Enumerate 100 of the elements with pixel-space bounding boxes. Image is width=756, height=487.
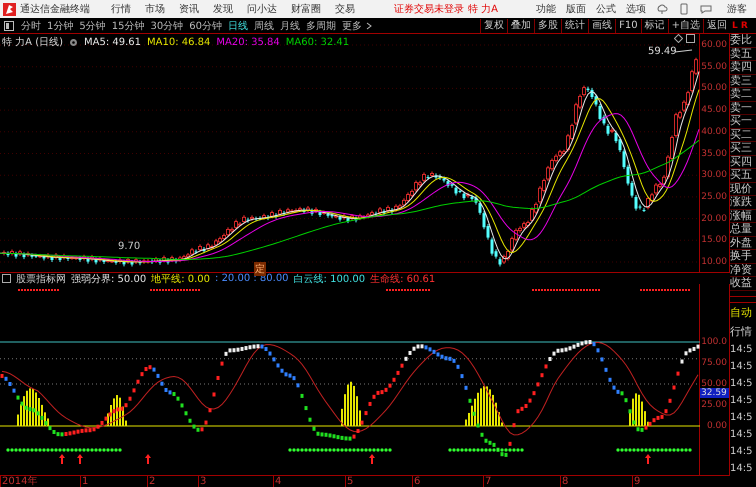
stock-name: 特 力A (468, 2, 498, 16)
ma-legend: MA60: 32.41 (286, 36, 350, 48)
low-price-label: 9.70 (118, 241, 140, 252)
quote-label: 买三 (730, 142, 756, 156)
toolbar-button[interactable]: 复权 (480, 18, 508, 32)
quote-label: 买四 (730, 156, 756, 169)
quote-label: 委比 (730, 34, 756, 48)
indicator-axis-label: 75.00 (701, 358, 727, 368)
indicator-legend: 强弱分界: 50.00 (71, 272, 146, 286)
time-label: 14:5 (730, 410, 754, 424)
app-name: 通达信金融终端 (20, 2, 90, 16)
period-tab[interactable]: 1分钟 (44, 18, 76, 32)
quote-label: 买二 (730, 128, 756, 142)
indicator-legend: 白云线: 100.00 (294, 272, 366, 286)
time-label: 14:5 (730, 462, 754, 476)
time-label: 14:5 (730, 444, 754, 458)
chart-title: 特 力A (日线) (2, 36, 64, 49)
indicator-axis-label: 50.00 (701, 379, 727, 389)
price-axis-label: 55.00 (701, 62, 727, 72)
menu-item[interactable]: 选项 (623, 2, 649, 16)
quote-label: 现价 (730, 182, 756, 196)
quote-label: 换手 (730, 250, 756, 264)
date-axis-label: 2014年 (0, 476, 38, 487)
menu-item[interactable]: 问小达 (242, 2, 282, 16)
menu-item[interactable]: 行情 (106, 2, 136, 16)
date-axis-label: 3 (198, 476, 206, 487)
price-axis-label: 15.00 (701, 235, 727, 246)
indicator-axis-label: 100.0 (701, 337, 727, 347)
quote-label: 外盘 (730, 236, 756, 250)
toolbar-button[interactable]: 多股 (534, 18, 562, 32)
period-tab[interactable]: 分时 (18, 18, 44, 32)
period-tab[interactable]: 更多 (338, 18, 365, 32)
menu-item[interactable]: 市场 (140, 2, 170, 16)
mode-tab[interactable]: 行情 (730, 322, 756, 340)
toolbar-button[interactable]: +自选 (668, 18, 703, 32)
price-axis-label: 60.00 (701, 40, 727, 50)
menu-item[interactable]: 版面 (563, 2, 589, 16)
quote-label: 净资 (730, 264, 756, 277)
quote-label: 买一 (730, 115, 756, 128)
ma-legend: MA20: 35.84 (216, 36, 280, 48)
period-tab[interactable]: 日线 (224, 18, 251, 32)
quote-label: 卖二 (730, 88, 756, 102)
price-axis-label: 25.00 (701, 192, 727, 202)
quote-label: 卖五 (730, 48, 756, 61)
time-label: 14:5 (730, 394, 754, 408)
mode-tab[interactable]: 自动 (730, 302, 756, 322)
date-axis-label: 4 (273, 476, 282, 487)
menu-item[interactable]: 发现 (208, 2, 238, 16)
toolbar-button[interactable]: F10 (615, 18, 641, 32)
indicator-legend: 股票指标网 (16, 272, 66, 286)
toolbar-button[interactable]: 画线 (588, 18, 616, 32)
quote-label: 卖三 (730, 74, 756, 88)
ma-legend: MA5: 49.61 (84, 36, 142, 48)
level-label: L R (731, 20, 749, 30)
quote-label: 涨跌 (730, 196, 756, 210)
quote-label: 卖四 (730, 61, 756, 74)
user-label[interactable]: 游客 (727, 2, 747, 16)
quote-label: 买五 (730, 169, 756, 182)
date-axis-label: 2 (147, 476, 156, 487)
date-axis-label: 6 (412, 476, 420, 487)
menu-item[interactable]: 功能 (533, 2, 559, 16)
date-axis-label: 8 (560, 476, 568, 487)
quote-label: 总量 (730, 223, 756, 236)
price-axis-label: 30.00 (701, 170, 727, 180)
quote-label: 涨幅 (730, 210, 756, 223)
login-notice: 证券交易未登录 (394, 2, 464, 16)
date-axis-label: 7 (483, 476, 492, 487)
price-axis-label: 45.00 (701, 105, 727, 116)
period-tab[interactable]: 30分钟 (147, 18, 186, 32)
price-axis-label: 50.00 (701, 83, 727, 94)
toolbar-button[interactable]: 统计 (561, 18, 588, 32)
toolbar-button[interactable]: 返回 (703, 18, 730, 32)
price-axis-label: 20.00 (701, 214, 727, 224)
time-label: 14:5 (730, 428, 754, 442)
time-label: 14:5 (730, 342, 754, 356)
indicator-axis-label: 0.00 (706, 421, 727, 431)
period-tab[interactable]: 月线 (276, 18, 303, 32)
indicator-legend: 地平线: 0.00 (151, 272, 210, 286)
period-tab[interactable]: 周线 (250, 18, 277, 32)
period-tab[interactable]: 5分钟 (76, 18, 109, 32)
price-axis-label: 40.00 (701, 126, 727, 137)
period-tab[interactable]: 15分钟 (108, 18, 148, 32)
time-label: 14:5 (730, 360, 754, 374)
quote-label: 收益 (730, 277, 756, 290)
price-axis-label: 35.00 (701, 148, 727, 158)
high-price-label: 59.49 (648, 46, 677, 57)
time-label: 14:5 (730, 376, 754, 390)
period-tab[interactable]: 多周期 (302, 18, 339, 32)
menu-item[interactable]: 交易 (330, 2, 360, 16)
date-axis-label: 5 (345, 476, 354, 487)
period-tab[interactable]: 60分钟 (186, 18, 225, 32)
toolbar-button[interactable]: 叠加 (507, 18, 534, 32)
price-axis-label: 10.00 (701, 257, 727, 267)
indicator-axis-label: 25.00 (701, 400, 727, 410)
date-axis-label: 9 (632, 476, 640, 487)
menu-item[interactable]: 公式 (593, 2, 619, 16)
toolbar-button[interactable]: 标记 (640, 18, 668, 32)
menu-item[interactable]: 资讯 (174, 2, 204, 16)
menu-item[interactable]: 财富圈 (286, 2, 326, 16)
indicator-legend: 生命线: 60.61 (370, 272, 436, 286)
